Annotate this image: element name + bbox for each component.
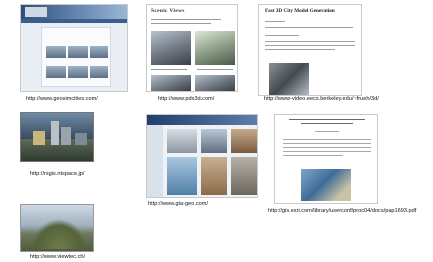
building-shape (61, 127, 71, 145)
city-render-image (151, 75, 191, 91)
caption-viewtec: http://www.viewtec.ch/ (30, 254, 86, 260)
city-render-image (201, 129, 227, 153)
text-line (265, 27, 353, 29)
city-render-image (195, 75, 235, 91)
text-line (283, 151, 371, 152)
city-image-tile (90, 66, 108, 78)
thumbnail-title: Scenic Views (151, 8, 185, 14)
content-panel (41, 27, 111, 87)
city-render-image (151, 31, 191, 65)
hill-shape (31, 219, 87, 249)
thumbnail-gtageo (146, 114, 258, 198)
city-model-image (269, 63, 309, 95)
text-line (283, 147, 371, 148)
city-render-image (231, 129, 257, 153)
city-render-image (195, 31, 235, 65)
text-line (151, 69, 187, 71)
city-render-image (201, 157, 227, 195)
caption-geosimcities: http://www.geosimcities.com/ (26, 96, 98, 102)
city-render-image (167, 157, 197, 195)
text-line (283, 155, 343, 156)
text-line (151, 23, 211, 25)
thumbnail-eecs: Fast 3D City Model Generation (258, 4, 362, 96)
thumbnail-viewtec (20, 204, 94, 252)
site-header (147, 115, 257, 125)
text-line (265, 41, 355, 43)
caption-rsgis: http://rsgis.ntspace.jp/ (30, 171, 85, 177)
site-logo (25, 7, 47, 17)
text-line (197, 69, 233, 71)
thumbnail-pdx3d: Scenic Views (146, 4, 238, 92)
text-line (265, 49, 335, 51)
text-line (265, 45, 355, 47)
city-image-tile (68, 66, 88, 78)
caption-gtageo: http://www.gta-geo.com/ (148, 201, 209, 207)
thumbnail-title: Fast 3D City Model Generation (265, 8, 335, 14)
city-render-image (167, 129, 197, 153)
thumbnail-geosimcities (20, 4, 128, 92)
building-shape (33, 131, 45, 145)
text-line (283, 143, 371, 144)
thumbnail-esri-paper (274, 114, 378, 204)
city-image-tile (46, 46, 66, 58)
text-line (315, 131, 339, 132)
figure-image (301, 169, 351, 201)
site-sidebar (147, 125, 163, 197)
city-image-tile (90, 46, 108, 58)
caption-pdx3d: http://www.pdx3d.com/ (158, 96, 215, 102)
site-nav-bar (21, 19, 127, 23)
city-image-tile (68, 46, 88, 58)
building-shape (51, 121, 59, 145)
text-line (283, 139, 371, 140)
building-shape (75, 133, 87, 145)
city-image-tile (46, 66, 66, 78)
text-line (265, 35, 299, 37)
text-line (151, 19, 221, 21)
city-render-image (231, 157, 257, 195)
text-line (265, 21, 285, 23)
thumbnail-rsgis (20, 112, 94, 162)
caption-eecs: http://www-video.eecs.berkeley.edu/~frue… (264, 96, 379, 102)
caption-esri: http://gis.esri.com/library/userconf/pro… (268, 208, 417, 214)
